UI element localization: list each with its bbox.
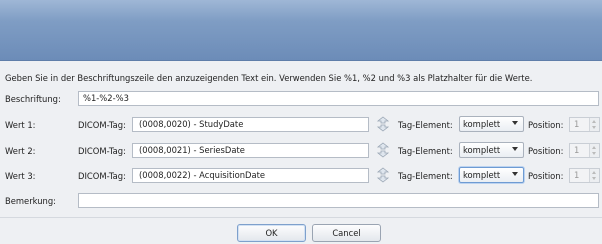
caption-label: Beschriftung: xyxy=(5,94,61,104)
chevron-up-icon xyxy=(592,171,596,174)
chevron-down-icon xyxy=(592,126,596,129)
value-3-dicom-input[interactable]: (0008,0022) - AcquisitionDate xyxy=(132,168,369,183)
value-2-position-stepper[interactable]: 1 xyxy=(569,143,600,158)
window-titlebar[interactable] xyxy=(0,0,602,61)
instruction-text: Geben Sie in der Beschriftungszeile den … xyxy=(5,73,533,83)
value-3-tag-select-value: komplett xyxy=(463,170,501,180)
chevron-down-icon xyxy=(512,172,518,176)
value-2-tag-select[interactable]: komplett xyxy=(459,142,524,158)
chevron-down-icon xyxy=(592,177,596,180)
value-1-label: Wert 1: xyxy=(5,120,36,130)
value-2-dicom-label: DICOM-Tag: xyxy=(78,146,126,156)
chevron-down-icon xyxy=(592,152,596,155)
value-3-tag-select[interactable]: komplett xyxy=(459,167,524,183)
value-1-tag-label: Tag-Element: xyxy=(398,120,453,130)
value-2-position-value: 1 xyxy=(574,145,580,155)
button-separator xyxy=(0,217,602,218)
ok-button[interactable]: OK xyxy=(237,224,306,242)
select-tag-icon[interactable] xyxy=(374,142,392,158)
stepper-buttons[interactable] xyxy=(589,169,599,182)
value-3-tag-label: Tag-Element: xyxy=(398,171,453,181)
cancel-button[interactable]: Cancel xyxy=(312,224,381,242)
value-2-label: Wert 2: xyxy=(5,146,36,156)
value-1-position-stepper[interactable]: 1 xyxy=(569,117,600,132)
value-1-tag-select[interactable]: komplett xyxy=(459,116,524,132)
value-2-position-label: Position: xyxy=(528,146,564,156)
chevron-up-icon xyxy=(592,146,596,149)
value-2-tag-select-value: komplett xyxy=(463,145,501,155)
chevron-up-icon xyxy=(592,120,596,123)
value-1-position-label: Position: xyxy=(528,120,564,130)
stepper-buttons[interactable] xyxy=(589,144,599,157)
value-3-dicom-label: DICOM-Tag: xyxy=(78,171,126,181)
value-2-tag-label: Tag-Element: xyxy=(398,146,453,156)
chevron-down-icon xyxy=(512,121,518,125)
remark-input[interactable] xyxy=(78,193,599,208)
value-1-dicom-input[interactable]: (0008,0020) - StudyDate xyxy=(132,117,369,132)
value-3-label: Wert 3: xyxy=(5,171,36,181)
select-tag-icon[interactable] xyxy=(374,167,392,183)
value-3-position-value: 1 xyxy=(574,170,580,180)
stepper-buttons[interactable] xyxy=(589,118,599,131)
value-1-dicom-label: DICOM-Tag: xyxy=(78,120,126,130)
caption-input[interactable]: %1-%2-%3 xyxy=(78,91,599,106)
select-tag-icon[interactable] xyxy=(374,116,392,132)
value-3-position-label: Position: xyxy=(528,171,564,181)
value-1-position-value: 1 xyxy=(574,119,580,129)
value-3-position-stepper[interactable]: 1 xyxy=(569,168,600,183)
value-2-dicom-input[interactable]: (0008,0021) - SeriesDate xyxy=(132,143,369,158)
remark-label: Bemerkung: xyxy=(5,196,56,206)
value-1-tag-select-value: komplett xyxy=(463,119,501,129)
chevron-down-icon xyxy=(512,147,518,151)
